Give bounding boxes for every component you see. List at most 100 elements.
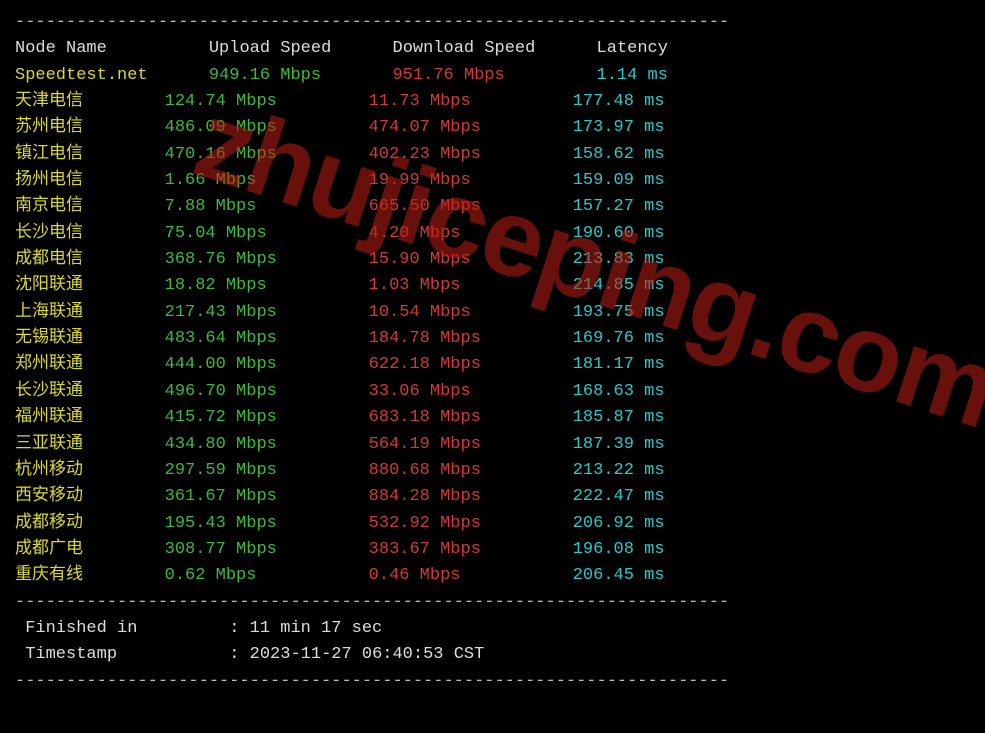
node-name: 福州联通	[15, 408, 165, 427]
table-row: 南京电信 7.88 Mbps 665.50 Mbps 157.27 ms	[15, 194, 970, 220]
latency-value: 213.83 ms	[573, 250, 665, 269]
node-name: 西安移动	[15, 487, 165, 506]
upload-value: 949.16 Mbps	[209, 66, 321, 85]
upload-value: 308.77 Mbps	[165, 540, 369, 559]
download-value: 15.90 Mbps	[369, 250, 573, 269]
table-row: 无锡联通 483.64 Mbps 184.78 Mbps 169.76 ms	[15, 326, 970, 352]
download-value: 951.76 Mbps	[392, 66, 504, 85]
download-value: 4.20 Mbps	[369, 224, 573, 243]
table-row: 成都广电 308.77 Mbps 383.67 Mbps 196.08 ms	[15, 537, 970, 563]
download-value: 683.18 Mbps	[369, 408, 573, 427]
node-name: 杭州移动	[15, 461, 165, 480]
download-value: 532.92 Mbps	[369, 514, 573, 533]
download-value: 19.99 Mbps	[369, 171, 573, 190]
table-row: 沈阳联通 18.82 Mbps 1.03 Mbps 214.85 ms	[15, 273, 970, 299]
upload-value: 297.59 Mbps	[165, 461, 369, 480]
latency-value: 1.14 ms	[597, 66, 668, 85]
upload-value: 195.43 Mbps	[165, 514, 369, 533]
download-value: 0.46 Mbps	[369, 566, 573, 585]
header-upload: Upload Speed	[209, 39, 331, 58]
node-name: 三亚联通	[15, 435, 165, 454]
latency-value: 190.60 ms	[573, 224, 665, 243]
latency-value: 173.97 ms	[573, 118, 665, 137]
upload-value: 444.00 Mbps	[165, 355, 369, 374]
latency-value: 157.27 ms	[573, 197, 665, 216]
footer-finished: Finished in : 11 min 17 sec	[15, 616, 970, 642]
table-row: 长沙联通 496.70 Mbps 33.06 Mbps 168.63 ms	[15, 379, 970, 405]
finished-label: Finished in	[15, 619, 137, 638]
download-value: 884.28 Mbps	[369, 487, 573, 506]
node-name: 郑州联通	[15, 355, 165, 374]
timestamp-value: 2023-11-27 06:40:53 CST	[250, 645, 485, 664]
upload-value: 124.74 Mbps	[165, 92, 369, 111]
latency-value: 185.87 ms	[573, 408, 665, 427]
node-name: 上海联通	[15, 303, 165, 322]
latency-value: 196.08 ms	[573, 540, 665, 559]
table-row: 成都移动 195.43 Mbps 532.92 Mbps 206.92 ms	[15, 511, 970, 537]
table-row: 三亚联通 434.80 Mbps 564.19 Mbps 187.39 ms	[15, 432, 970, 458]
separator-end: ----------------------------------------…	[15, 669, 970, 695]
node-name: Speedtest.net	[15, 66, 148, 85]
separator-top: ----------------------------------------…	[15, 10, 970, 36]
node-name: 苏州电信	[15, 118, 165, 137]
download-value: 564.19 Mbps	[369, 435, 573, 454]
upload-value: 75.04 Mbps	[165, 224, 369, 243]
node-name: 重庆有线	[15, 566, 165, 585]
table-row: 镇江电信 470.16 Mbps 402.23 Mbps 158.62 ms	[15, 142, 970, 168]
header-node: Node Name	[15, 39, 107, 58]
download-value: 184.78 Mbps	[369, 329, 573, 348]
upload-value: 18.82 Mbps	[165, 276, 369, 295]
node-name: 成都移动	[15, 514, 165, 533]
header-row: Node Name Upload Speed Download Speed La…	[15, 36, 970, 62]
table-row: 天津电信 124.74 Mbps 11.73 Mbps 177.48 ms	[15, 89, 970, 115]
table-row: 苏州电信 486.09 Mbps 474.07 Mbps 173.97 ms	[15, 115, 970, 141]
table-row: 扬州电信 1.66 Mbps 19.99 Mbps 159.09 ms	[15, 168, 970, 194]
upload-value: 486.09 Mbps	[165, 118, 369, 137]
node-name: 成都广电	[15, 540, 165, 559]
table-row: 重庆有线 0.62 Mbps 0.46 Mbps 206.45 ms	[15, 563, 970, 589]
download-value: 1.03 Mbps	[369, 276, 573, 295]
table-row: 西安移动 361.67 Mbps 884.28 Mbps 222.47 ms	[15, 484, 970, 510]
table-row: 杭州移动 297.59 Mbps 880.68 Mbps 213.22 ms	[15, 458, 970, 484]
latency-value: 213.22 ms	[573, 461, 665, 480]
download-value: 474.07 Mbps	[369, 118, 573, 137]
footer-timestamp: Timestamp : 2023-11-27 06:40:53 CST	[15, 642, 970, 668]
latency-value: 181.17 ms	[573, 355, 665, 374]
node-name: 镇江电信	[15, 145, 165, 164]
upload-value: 1.66 Mbps	[165, 171, 369, 190]
upload-value: 361.67 Mbps	[165, 487, 369, 506]
header-download: Download Speed	[393, 39, 536, 58]
latency-value: 193.75 ms	[573, 303, 665, 322]
upload-value: 496.70 Mbps	[165, 382, 369, 401]
download-value: 10.54 Mbps	[369, 303, 573, 322]
node-name: 无锡联通	[15, 329, 165, 348]
download-value: 622.18 Mbps	[369, 355, 573, 374]
download-value: 665.50 Mbps	[369, 197, 573, 216]
latency-value: 177.48 ms	[573, 92, 665, 111]
node-name: 南京电信	[15, 197, 165, 216]
upload-value: 0.62 Mbps	[165, 566, 369, 585]
download-value: 402.23 Mbps	[369, 145, 573, 164]
latency-value: 206.45 ms	[573, 566, 665, 585]
latency-value: 159.09 ms	[573, 171, 665, 190]
node-name: 天津电信	[15, 92, 165, 111]
finished-value: 11 min 17 sec	[250, 619, 383, 638]
upload-value: 217.43 Mbps	[165, 303, 369, 322]
data-rows: 天津电信 124.74 Mbps 11.73 Mbps 177.48 ms苏州电…	[15, 89, 970, 590]
node-name: 长沙联通	[15, 382, 165, 401]
latency-value: 169.76 ms	[573, 329, 665, 348]
latency-value: 187.39 ms	[573, 435, 665, 454]
node-name: 长沙电信	[15, 224, 165, 243]
upload-value: 415.72 Mbps	[165, 408, 369, 427]
download-value: 11.73 Mbps	[369, 92, 573, 111]
upload-value: 483.64 Mbps	[165, 329, 369, 348]
separator-bottom: ----------------------------------------…	[15, 590, 970, 616]
table-row: 成都电信 368.76 Mbps 15.90 Mbps 213.83 ms	[15, 247, 970, 273]
table-row: 长沙电信 75.04 Mbps 4.20 Mbps 190.60 ms	[15, 221, 970, 247]
latency-value: 214.85 ms	[573, 276, 665, 295]
upload-value: 368.76 Mbps	[165, 250, 369, 269]
upload-value: 434.80 Mbps	[165, 435, 369, 454]
node-name: 成都电信	[15, 250, 165, 269]
download-value: 33.06 Mbps	[369, 382, 573, 401]
latency-value: 158.62 ms	[573, 145, 665, 164]
